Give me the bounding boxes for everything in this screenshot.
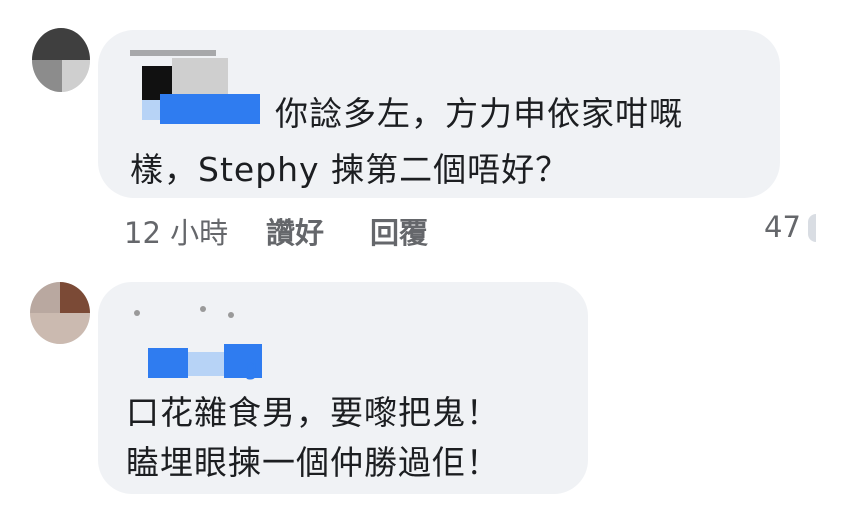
reaction-icon[interactable]	[808, 214, 816, 242]
blurred-name-stroke	[130, 50, 216, 56]
comment-thread: 你諗多左，方力申依家咁嘅 樣，Stephy 揀第二個唔好？ 12 小時 讚好 回…	[0, 0, 860, 515]
comment-text-line1: 你諗多左，方力申依家咁嘅	[275, 94, 683, 133]
avatar[interactable]	[30, 282, 90, 344]
comment-text: 口花雜食男，要嚟把鬼！ 瞌埋眼揀一個仲勝過佢！	[126, 388, 586, 488]
like-button[interactable]: 讚好	[266, 210, 324, 252]
avatar-pixel	[32, 60, 62, 92]
avatar[interactable]	[32, 28, 90, 92]
redaction-block	[188, 352, 224, 376]
comment-text-line1: 口花雜食男，要嚟把鬼！	[126, 393, 500, 432]
avatar-pixel	[62, 60, 90, 92]
redaction-block	[148, 348, 188, 378]
reply-button[interactable]: 回覆	[370, 210, 428, 252]
blurred-name-stroke	[200, 306, 206, 312]
reaction-count[interactable]: 47	[764, 210, 801, 244]
blurred-name-stroke	[228, 312, 234, 318]
avatar-pixel	[30, 313, 90, 344]
comment-timestamp[interactable]: 12 小時	[124, 210, 228, 252]
commenter-name-blurred[interactable]	[132, 300, 252, 320]
comment-text: 你諗多左，方力申依家咁嘅 樣，Stephy 揀第二個唔好？	[130, 86, 770, 198]
avatar-pixel	[32, 28, 90, 60]
avatar-pixel	[30, 282, 60, 313]
comment-text-line2: 瞌埋眼揀一個仲勝過佢！	[126, 443, 500, 482]
comment-text-line2: 樣，Stephy 揀第二個唔好？	[130, 150, 570, 189]
blurred-name-stroke	[134, 310, 140, 316]
commenter-name-tail[interactable]: g	[244, 356, 258, 381]
avatar-pixel	[60, 282, 90, 313]
